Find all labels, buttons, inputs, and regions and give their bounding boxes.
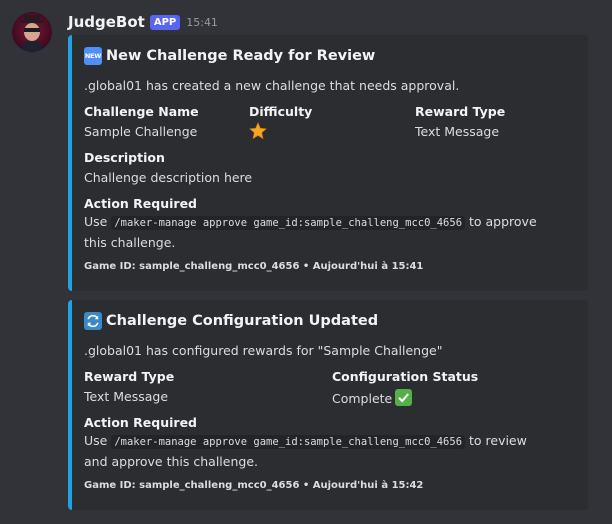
action-prefix: Use	[84, 214, 112, 229]
field-reward-type-value: Text Message	[415, 124, 500, 139]
check-icon	[395, 389, 413, 406]
star-icon	[249, 122, 267, 140]
field-challenge-name-label: Challenge Name	[84, 104, 199, 119]
author-name[interactable]: JudgeBot	[68, 13, 145, 31]
bot-avatar[interactable]	[12, 12, 52, 52]
command-code[interactable]: /maker-manage approve game_id:sample_cha…	[111, 435, 466, 449]
field-description-label: Description	[84, 150, 165, 165]
embed-title: NEW New Challenge Ready for Review	[84, 47, 375, 65]
message-header: JudgeBot APP 15:41	[68, 11, 218, 33]
status-text: Complete	[332, 391, 393, 406]
field-config-status-value: Complete	[332, 389, 413, 406]
field-action-value: Use /maker-manage approve game_id:sample…	[84, 212, 544, 253]
new-icon: NEW	[84, 47, 102, 65]
field-difficulty-label: Difficulty	[249, 104, 313, 119]
embed-footer: Game ID: sample_challeng_mcc0_4656 • Auj…	[84, 261, 424, 272]
message-timestamp[interactable]: 15:41	[186, 16, 218, 29]
field-reward-type-label: Reward Type	[415, 104, 506, 119]
action-prefix: Use	[84, 433, 112, 448]
embed-title-text: New Challenge Ready for Review	[106, 48, 376, 64]
field-reward-type-label: Reward Type	[84, 369, 175, 384]
field-reward-type-value: Text Message	[84, 389, 169, 404]
avatar-image	[20, 15, 44, 52]
embed-title: Challenge Configuration Updated	[84, 312, 378, 330]
embed-config-updated: Challenge Configuration Updated .global0…	[68, 300, 588, 510]
embed-description: .global01 has created a new challenge th…	[84, 78, 460, 93]
embed-description: .global01 has configured rewards for "Sa…	[84, 343, 443, 358]
field-action-label: Action Required	[84, 196, 198, 211]
field-description-value: Challenge description here	[84, 170, 253, 185]
field-action-label: Action Required	[84, 415, 198, 430]
app-badge: APP	[149, 14, 181, 30]
field-difficulty-value	[249, 122, 267, 143]
refresh-icon	[84, 312, 102, 330]
command-code[interactable]: /maker-manage approve game_id:sample_cha…	[111, 216, 466, 230]
embed-footer: Game ID: sample_challeng_mcc0_4656 • Auj…	[84, 480, 424, 491]
field-challenge-name-value: Sample Challenge	[84, 124, 198, 139]
field-action-value: Use /maker-manage approve game_id:sample…	[84, 431, 544, 472]
embed-new-challenge: NEW New Challenge Ready for Review .glob…	[68, 35, 588, 291]
field-config-status-label: Configuration Status	[332, 369, 479, 384]
embed-title-text: Challenge Configuration Updated	[106, 313, 379, 329]
